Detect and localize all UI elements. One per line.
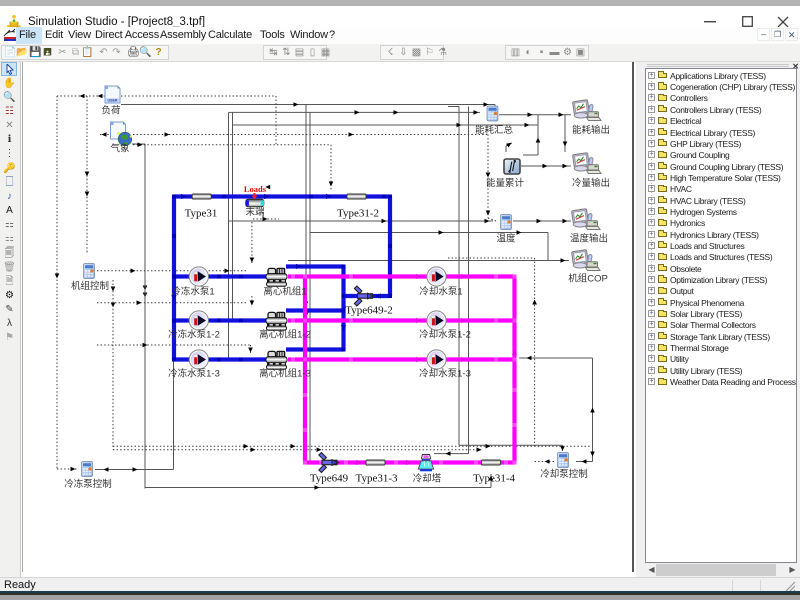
svg-text:离心机组1-2: 离心机组1-2 <box>259 329 311 341</box>
svg-text:Type31-3: Type31-3 <box>356 473 398 485</box>
svg-text:末端: 末端 <box>245 206 265 218</box>
svg-text:Type649: Type649 <box>310 473 349 485</box>
svg-text:冷冻泵控制: 冷冻泵控制 <box>64 478 112 490</box>
svg-text:冷冻水泵1-2: 冷冻水泵1-2 <box>168 329 220 341</box>
svg-text:冷却水泵1-2: 冷却水泵1-2 <box>419 329 471 341</box>
svg-text:冷冻水泵1: 冷冻水泵1 <box>171 286 214 298</box>
svg-text:Type31: Type31 <box>185 208 218 220</box>
svg-text:温度: 温度 <box>496 233 516 245</box>
svg-text:冷量输出: 冷量输出 <box>572 177 610 189</box>
svg-text:离心机组1-3: 离心机组1-3 <box>259 368 311 380</box>
svg-text:能耗输出: 能耗输出 <box>572 124 610 136</box>
svg-text:能耗汇总: 能耗汇总 <box>475 124 514 136</box>
svg-text:气象: 气象 <box>110 143 130 155</box>
svg-text:Type649-2: Type649-2 <box>345 305 393 317</box>
svg-text:Type31-2: Type31-2 <box>337 208 379 220</box>
svg-text:冷冻水泵1-3: 冷冻水泵1-3 <box>168 368 220 380</box>
svg-text:机组COP: 机组COP <box>568 273 608 285</box>
svg-text:负荷: 负荷 <box>101 105 121 117</box>
svg-text:Type31-4: Type31-4 <box>473 473 515 485</box>
svg-text:能量累计: 能量累计 <box>486 177 525 189</box>
svg-text:冷却塔: 冷却塔 <box>413 473 442 485</box>
svg-text:机组控制: 机组控制 <box>71 280 109 292</box>
svg-text:离心机组1: 离心机组1 <box>263 286 306 298</box>
svg-text:冷却水泵1-3: 冷却水泵1-3 <box>419 368 471 380</box>
svg-text:温度输出: 温度输出 <box>570 233 608 245</box>
svg-text:冷却泵控制: 冷却泵控制 <box>540 468 588 480</box>
svg-text:Loads: Loads <box>244 184 267 194</box>
svg-text:冷却水泵1: 冷却水泵1 <box>419 286 462 298</box>
